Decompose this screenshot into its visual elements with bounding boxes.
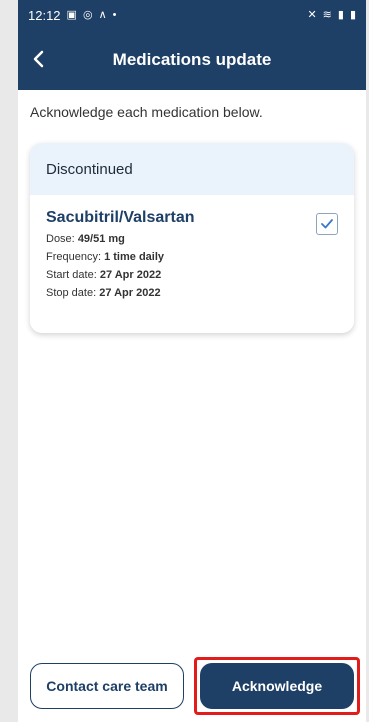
start-date-label: Start date: [46, 269, 97, 281]
frequency-value: 1 time daily [104, 251, 165, 263]
frequency-line: Frequency: 1 time daily [46, 251, 338, 263]
dose-line: Dose: 49/51 mg [46, 233, 338, 245]
back-button[interactable] [22, 42, 56, 76]
dose-value: 49/51 mg [77, 233, 125, 245]
stop-date-label: Stop date: [46, 287, 97, 299]
phone-screen: 12:12 ▣ ◎ ∧ • ✕ ≋ ▮ ▮ Medications update… [18, 0, 366, 722]
intro-text: Acknowledge each medication below. [30, 104, 263, 120]
status-right: ✕ ≋ ▮ ▮ [307, 8, 356, 21]
check-icon [321, 219, 333, 229]
signal-icon: ▮ [337, 8, 344, 21]
medication-card: Discontinued Sacubitril/Valsartan Dose: … [30, 143, 354, 333]
footer-actions: Contact care team Acknowledge [18, 650, 366, 722]
acknowledge-checkbox[interactable] [316, 213, 338, 235]
status-time: 12:12 [28, 7, 61, 23]
mute-icon: ✕ [307, 8, 317, 21]
battery-icon: ▮ [349, 8, 356, 21]
dose-label: Dose: [46, 233, 75, 245]
page-title: Medications update [112, 50, 272, 69]
wifi-icon: ≋ [322, 8, 332, 21]
activity-icon: ∧ [98, 8, 107, 21]
gallery-icon: ▣ [66, 8, 77, 21]
app-bar: Medications update [18, 30, 366, 90]
dot-icon: • [112, 8, 117, 21]
start-date-value: 27 Apr 2022 [99, 269, 162, 281]
card-body: Sacubitril/Valsartan Dose: 49/51 mg Freq… [30, 195, 354, 299]
status-left: 12:12 ▣ ◎ ∧ • [28, 8, 116, 23]
back-arrow-icon [33, 50, 44, 68]
stop-date-value: 27 Apr 2022 [99, 287, 161, 299]
acknowledge-button[interactable]: Acknowledge [194, 657, 360, 715]
sync-icon: ◎ [82, 8, 93, 21]
status-bar: 12:12 ▣ ◎ ∧ • ✕ ≋ ▮ ▮ [18, 0, 366, 30]
frequency-label: Frequency: [46, 251, 102, 263]
stop-date-line: Stop date: 27 Apr 2022 [46, 287, 338, 299]
contact-care-team-button[interactable]: Contact care team [30, 663, 184, 709]
medication-name: Sacubitril/Valsartan [46, 209, 195, 226]
acknowledge-button-label: Acknowledge [231, 678, 323, 694]
card-section-header: Discontinued [30, 143, 354, 195]
start-date-line: Start date: 27 Apr 2022 [46, 269, 338, 281]
